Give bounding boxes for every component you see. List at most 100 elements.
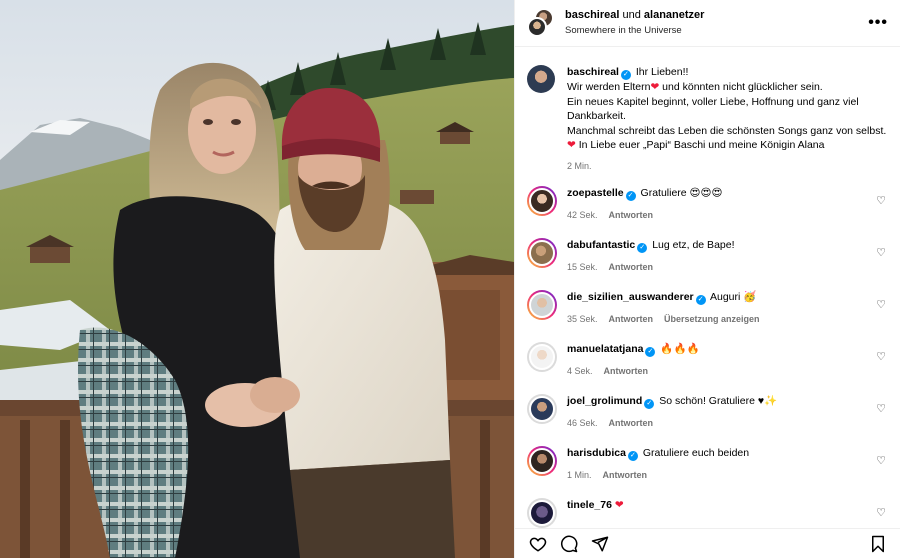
comment-username[interactable]: joel_grolimund xyxy=(567,395,642,407)
collab-avatars[interactable] xyxy=(527,8,555,38)
comment-username[interactable]: dabufantastic xyxy=(567,239,635,251)
verified-icon: ✓ xyxy=(637,243,648,253)
comment-text: ❤ xyxy=(614,499,624,511)
comment-body: die_sizilien_auswanderer ✓ Auguri 🥳 35 Se… xyxy=(567,290,874,338)
avatar[interactable] xyxy=(529,292,555,318)
caption-timestamp: 2 Min. xyxy=(567,160,592,171)
comment-time: 42 Sek. xyxy=(567,210,598,220)
author-link[interactable]: baschireal xyxy=(565,9,619,21)
avatar-frame[interactable] xyxy=(527,498,557,528)
like-icon[interactable]: ♡ xyxy=(874,186,888,234)
comment-item: manuelatatjana ✓ 🔥🔥🔥 4 Sek. Antworten ♡ xyxy=(527,342,888,390)
connector-text: und xyxy=(622,9,641,21)
verified-icon: ✓ xyxy=(695,295,706,305)
comments-scroll-area[interactable]: baschireal ✓ Ihr Lieben!! Wir werden Elte… xyxy=(515,47,900,528)
comment-item: die_sizilien_auswanderer ✓ Auguri 🥳 35 Se… xyxy=(527,290,888,338)
comment-text: Gratuliere 😍😍😍 xyxy=(640,187,723,199)
like-icon[interactable]: ♡ xyxy=(874,498,888,528)
like-icon[interactable]: ♡ xyxy=(874,290,888,338)
comment-body: joel_grolimund ✓ So schön! Gratuliere ♥✨ … xyxy=(567,394,874,442)
reply-button[interactable]: Antworten xyxy=(609,314,654,324)
avatar-frame[interactable] xyxy=(527,342,557,372)
post-photo[interactable] xyxy=(0,0,514,558)
comment-item: dabufantastic ✓ Lug etz, de Bape! 15 Sek.… xyxy=(527,238,888,286)
comment-username[interactable]: tinele_76 xyxy=(567,499,612,511)
comment-item: joel_grolimund ✓ So schön! Gratuliere ♥✨ … xyxy=(527,394,888,442)
post-actions-bar xyxy=(515,528,900,558)
story-ring[interactable] xyxy=(527,186,557,216)
translate-button[interactable]: Übersetzung anzeigen xyxy=(664,314,760,324)
avatar[interactable] xyxy=(527,65,555,93)
post-caption: baschireal ✓ Ihr Lieben!! Wir werden Elte… xyxy=(515,47,900,179)
comment-username[interactable]: zoepastelle xyxy=(567,187,624,199)
comment-icon[interactable] xyxy=(560,535,578,553)
verified-icon: ✓ xyxy=(625,191,636,201)
comment-username[interactable]: die_sizilien_auswanderer xyxy=(567,291,694,303)
comment-time: 1 Min. xyxy=(567,470,592,480)
like-icon[interactable]: ♡ xyxy=(874,394,888,442)
story-ring[interactable] xyxy=(527,238,557,268)
caption-text: In Liebe euer „Papi“ Baschi und meine Kö… xyxy=(575,139,825,151)
save-icon[interactable] xyxy=(870,535,886,553)
reply-button[interactable]: Antworten xyxy=(604,366,649,376)
verified-icon: ✓ xyxy=(644,399,655,409)
comment-body: harisdubica ✓ Gratuliere euch beiden 1 Mi… xyxy=(567,446,874,494)
avatar[interactable] xyxy=(529,448,555,474)
comment-time: 4 Sek. xyxy=(567,366,593,376)
comment-time: 46 Sek. xyxy=(567,418,598,428)
reply-button[interactable]: Antworten xyxy=(609,418,654,428)
couple-photo-illustration xyxy=(0,0,514,558)
comment-body: tinele_76 ❤ xyxy=(567,498,874,528)
comment-body: dabufantastic ✓ Lug etz, de Bape! 15 Sek.… xyxy=(567,238,874,286)
comment-item: harisdubica ✓ Gratuliere euch beiden 1 Mi… xyxy=(527,446,888,494)
comment-text: So schön! Gratuliere ♥✨ xyxy=(659,395,778,407)
instagram-post-view: baschireal und alananetzer Somewhere in … xyxy=(0,0,900,558)
avatar[interactable] xyxy=(527,17,547,37)
reply-button[interactable]: Antworten xyxy=(603,470,648,480)
avatar[interactable] xyxy=(529,188,555,214)
reply-button[interactable]: Antworten xyxy=(609,262,654,272)
like-icon[interactable]: ♡ xyxy=(874,342,888,390)
comment-body: zoepastelle ✓ Gratuliere 😍😍😍 42 Sek. Antwo… xyxy=(567,186,874,234)
avatar[interactable] xyxy=(529,396,555,422)
verified-icon: ✓ xyxy=(627,451,638,461)
comment-item: tinele_76 ❤ ♡ xyxy=(527,498,888,528)
caption-text: Ihr Lieben!! xyxy=(635,66,689,78)
location-link[interactable]: Somewhere in the Universe xyxy=(565,23,868,38)
comment-item: zoepastelle ✓ Gratuliere 😍😍😍 42 Sek. Antwo… xyxy=(527,186,888,234)
comment-time: 15 Sek. xyxy=(567,262,598,272)
reply-button[interactable]: Antworten xyxy=(609,210,654,220)
collaborator-link[interactable]: alananetzer xyxy=(644,9,705,21)
comment-body: manuelatatjana ✓ 🔥🔥🔥 4 Sek. Antworten xyxy=(567,342,874,390)
comment-time: 35 Sek. xyxy=(567,314,598,324)
story-ring[interactable] xyxy=(527,446,557,476)
like-icon[interactable]: ♡ xyxy=(874,238,888,286)
caption-username[interactable]: baschireal xyxy=(567,66,619,78)
comment-text: 🔥🔥🔥 xyxy=(660,343,700,355)
avatar[interactable] xyxy=(529,240,555,266)
header-text: baschireal und alananetzer Somewhere in … xyxy=(565,8,868,38)
avatar[interactable] xyxy=(529,500,555,526)
story-ring[interactable] xyxy=(527,290,557,320)
caption-body: baschireal ✓ Ihr Lieben!! Wir werden Elte… xyxy=(567,65,886,173)
header-users: baschireal und alananetzer xyxy=(565,8,868,23)
comment-username[interactable]: manuelatatjana xyxy=(567,343,643,355)
comment-text: Gratuliere euch beiden xyxy=(642,447,750,459)
share-icon[interactable] xyxy=(591,535,609,553)
avatar[interactable] xyxy=(529,344,555,370)
like-icon[interactable]: ♡ xyxy=(874,446,888,494)
verified-icon: ✓ xyxy=(620,70,631,80)
caption-text: Manchmal schreibt das Leben die schönste… xyxy=(567,124,887,137)
more-icon[interactable]: ••• xyxy=(868,14,888,32)
avatar-frame[interactable] xyxy=(527,394,557,424)
comment-text: Lug etz, de Bape! xyxy=(652,239,735,251)
caption-text: Wir werden Eltern xyxy=(567,81,651,93)
caption-text: Dankbarkeit. xyxy=(567,110,626,122)
comment-username[interactable]: harisdubica xyxy=(567,447,626,459)
heart-emoji: ❤ xyxy=(650,81,660,93)
comment-text: Auguri 🥳 xyxy=(710,291,757,303)
post-side-panel: baschireal und alananetzer Somewhere in … xyxy=(514,0,900,558)
heart-emoji: ❤ xyxy=(567,139,576,151)
caption-text: und könnten nicht glücklicher sein. xyxy=(659,81,823,93)
like-icon[interactable] xyxy=(529,535,547,553)
